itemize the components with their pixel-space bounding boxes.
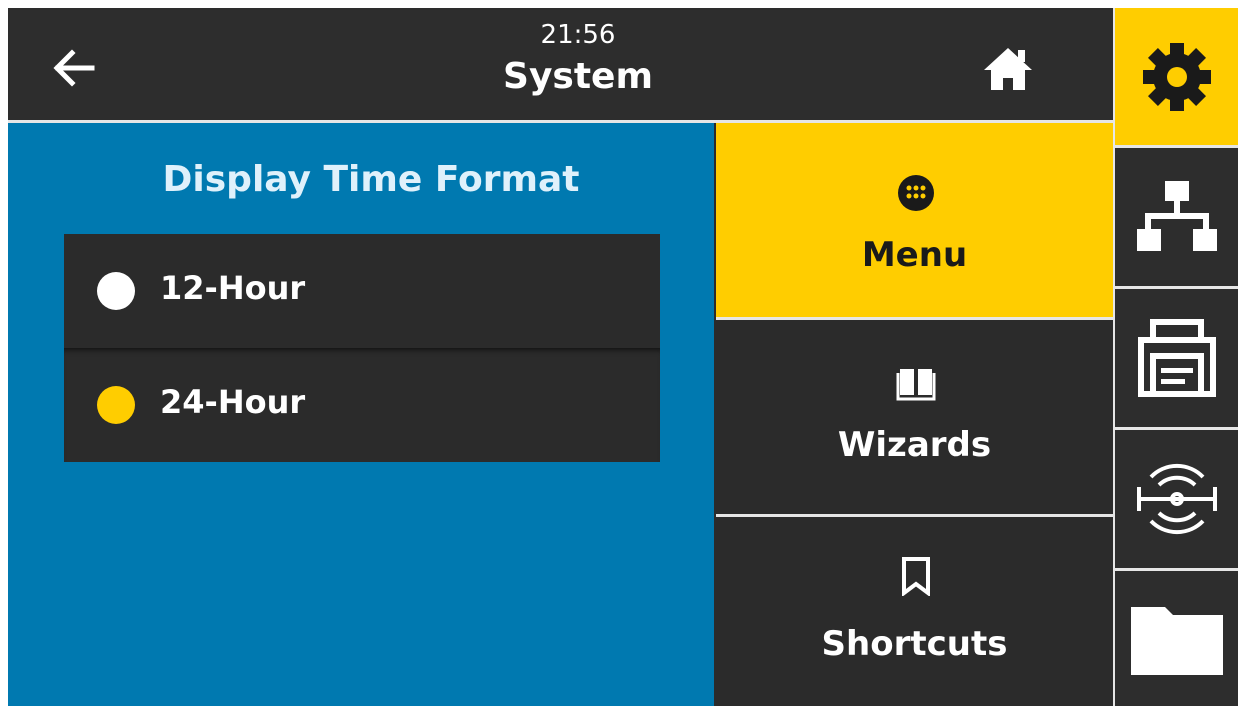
back-arrow-icon (53, 49, 95, 87)
printer-icon (1137, 319, 1216, 397)
book-icon (896, 369, 936, 401)
folder-icon (1130, 606, 1223, 675)
option-12-hour[interactable]: 12-Hour (64, 234, 660, 348)
sidebar-nav (1113, 8, 1238, 706)
menu-column: Menu Wizards Shortcuts (714, 123, 1113, 706)
home-button[interactable] (978, 38, 1038, 98)
sidebar-item-rfid[interactable] (1115, 430, 1238, 568)
sidebar-item-settings[interactable] (1115, 8, 1238, 145)
wizards-label: Wizards (837, 425, 992, 465)
sidebar-item-network[interactable] (1115, 148, 1238, 286)
sidebar-item-storage[interactable] (1115, 571, 1238, 706)
shortcuts-label: Shortcuts (821, 624, 1008, 664)
shortcuts-button[interactable]: Shortcuts (716, 518, 1113, 706)
menu-divider (716, 317, 1113, 320)
setting-title: Display Time Format (162, 159, 580, 200)
menu-divider (716, 514, 1113, 517)
clock-time: 21:56 (540, 20, 616, 50)
wizards-button[interactable]: Wizards (716, 321, 1113, 514)
page-title: System (503, 56, 653, 97)
home-icon (984, 48, 1032, 90)
back-button[interactable] (44, 38, 104, 98)
sidebar-item-print[interactable] (1115, 289, 1238, 427)
option-label: 24-Hour (160, 383, 306, 421)
gear-icon (1142, 42, 1211, 111)
option-24-hour[interactable]: 24-Hour (64, 348, 660, 462)
rfid-icon (1136, 463, 1217, 535)
printer-display: 21:56 System Display Time Format 12-Hour… (8, 8, 1238, 706)
radio-button-selected[interactable] (97, 386, 135, 424)
radio-button-unselected[interactable] (97, 272, 135, 310)
network-icon (1136, 181, 1217, 251)
menu-grid-icon (898, 175, 934, 211)
option-label: 12-Hour (160, 269, 306, 307)
bookmark-icon (902, 557, 930, 596)
header-bar: 21:56 System (8, 8, 1113, 120)
menu-label: Menu (861, 235, 968, 275)
settings-panel: Display Time Format 12-Hour 24-Hour (8, 123, 714, 706)
menu-button[interactable]: Menu (716, 123, 1113, 317)
